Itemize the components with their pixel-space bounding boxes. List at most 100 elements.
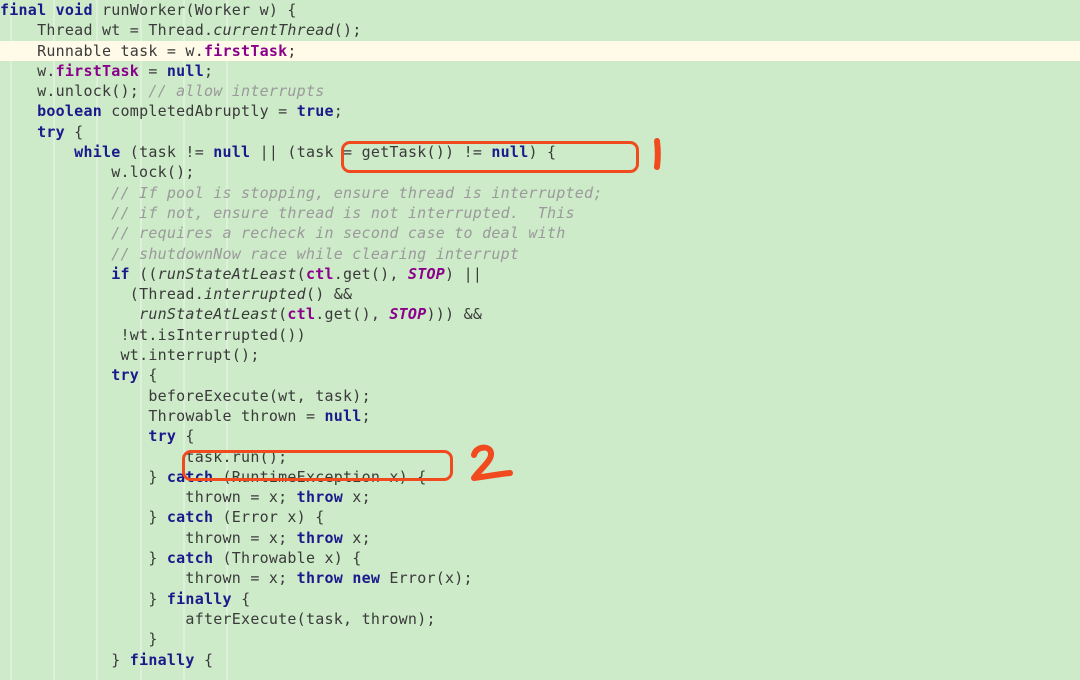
code-line: // requires a recheck in second case to … xyxy=(0,223,1080,243)
code-token: catch xyxy=(166,508,214,527)
code-token: { xyxy=(194,650,214,669)
code-token: null xyxy=(491,143,529,162)
code-token: } xyxy=(148,467,167,486)
code-text: final void runWorker(Worker w) { Thread … xyxy=(0,0,1080,670)
code-token: runStateAtLeast xyxy=(139,305,279,324)
code-token: ( xyxy=(296,264,306,283)
code-token: (Thread. xyxy=(129,285,204,304)
code-token: null xyxy=(166,61,204,80)
code-token: currentThread xyxy=(213,21,334,40)
code-line: w.lock(); xyxy=(0,162,1080,182)
code-token: (Error x) { xyxy=(213,508,325,527)
code-token: x; xyxy=(343,488,371,507)
code-token: w.unlock(); xyxy=(37,82,149,101)
code-token: null xyxy=(324,406,362,425)
code-token: // allow interrupts xyxy=(148,82,325,101)
code-line: beforeExecute(wt, task); xyxy=(0,386,1080,406)
code-token: final xyxy=(0,1,47,19)
code-token: ))) && xyxy=(426,305,483,324)
code-editor-screenshot: final void runWorker(Worker w) { Thread … xyxy=(0,0,1080,680)
code-line: Throwable thrown = null; xyxy=(0,406,1080,426)
code-token: || (task = getTask()) != xyxy=(250,143,492,162)
code-token: { xyxy=(64,122,84,141)
code-token: if xyxy=(111,264,130,283)
code-line: } finally { xyxy=(0,589,1080,609)
code-token: // requires a recheck in second case to … xyxy=(111,224,566,243)
code-token: firstTask xyxy=(55,61,140,80)
code-token: finally xyxy=(166,589,232,608)
code-token: ) || xyxy=(445,264,483,283)
code-token: ; xyxy=(287,41,297,60)
code-token: ( xyxy=(278,305,288,324)
code-token: // If pool is stopping, ensure thread is… xyxy=(111,183,603,202)
code-line: thrown = x; throw x; xyxy=(0,528,1080,548)
code-token: Thread wt = Thread. xyxy=(37,21,214,40)
code-token: (( xyxy=(129,264,158,283)
code-line: wt.interrupt(); xyxy=(0,345,1080,365)
code-token: STOP xyxy=(407,264,446,283)
code-line: Thread wt = Thread.currentThread(); xyxy=(0,20,1080,40)
code-token: ctl xyxy=(305,264,334,283)
code-token: } xyxy=(148,508,167,527)
code-token: Throwable thrown = xyxy=(148,406,325,425)
code-token: catch xyxy=(166,467,214,486)
code-token: } xyxy=(148,589,167,608)
code-line: // if not, ensure thread is not interrup… xyxy=(0,203,1080,223)
code-token: (); xyxy=(333,21,362,40)
code-line: try { xyxy=(0,426,1080,446)
code-token: .get(), xyxy=(315,305,390,324)
code-token: runStateAtLeast xyxy=(157,264,297,283)
code-token: STOP xyxy=(389,305,427,324)
code-token: } xyxy=(111,650,130,669)
code-line: (Thread.interrupted() && xyxy=(0,284,1080,304)
code-line: Runnable task = w.firstTask; xyxy=(0,41,1080,61)
code-token: w.lock(); xyxy=(111,163,195,182)
code-token: ; xyxy=(361,406,371,425)
code-token: try xyxy=(148,427,177,446)
code-token: // shutdownNow race while clearing inter… xyxy=(111,244,520,263)
code-token: completedAbruptly = xyxy=(102,102,297,121)
code-token: { xyxy=(139,366,158,385)
code-token: Runnable task = w. xyxy=(37,41,204,60)
code-token: thrown = x; xyxy=(185,569,297,588)
code-token: firstTask xyxy=(203,41,288,60)
code-line: w.unlock(); // allow interrupts xyxy=(0,81,1080,101)
code-token: = xyxy=(139,61,167,80)
code-token: // if not, ensure thread is not interrup… xyxy=(111,203,575,222)
code-line: final void runWorker(Worker w) { xyxy=(0,0,1080,20)
code-line: thrown = x; throw x; xyxy=(0,487,1080,507)
code-line: } catch (Error x) { xyxy=(0,507,1080,527)
code-token: !wt.isInterrupted()) xyxy=(120,325,306,344)
code-line: } catch (Throwable x) { xyxy=(0,548,1080,568)
code-line: while (task != null || (task = getTask()… xyxy=(0,142,1080,162)
code-token: throw xyxy=(296,488,344,507)
code-line: w.firstTask = null; xyxy=(0,61,1080,81)
code-token: beforeExecute(wt, task); xyxy=(148,386,371,405)
code-token: (RuntimeException x) { xyxy=(213,467,427,486)
code-token: try xyxy=(37,122,65,141)
code-token: wt.interrupt(); xyxy=(120,346,260,365)
code-token: (Throwable x) { xyxy=(213,549,362,568)
code-token: catch xyxy=(166,549,214,568)
